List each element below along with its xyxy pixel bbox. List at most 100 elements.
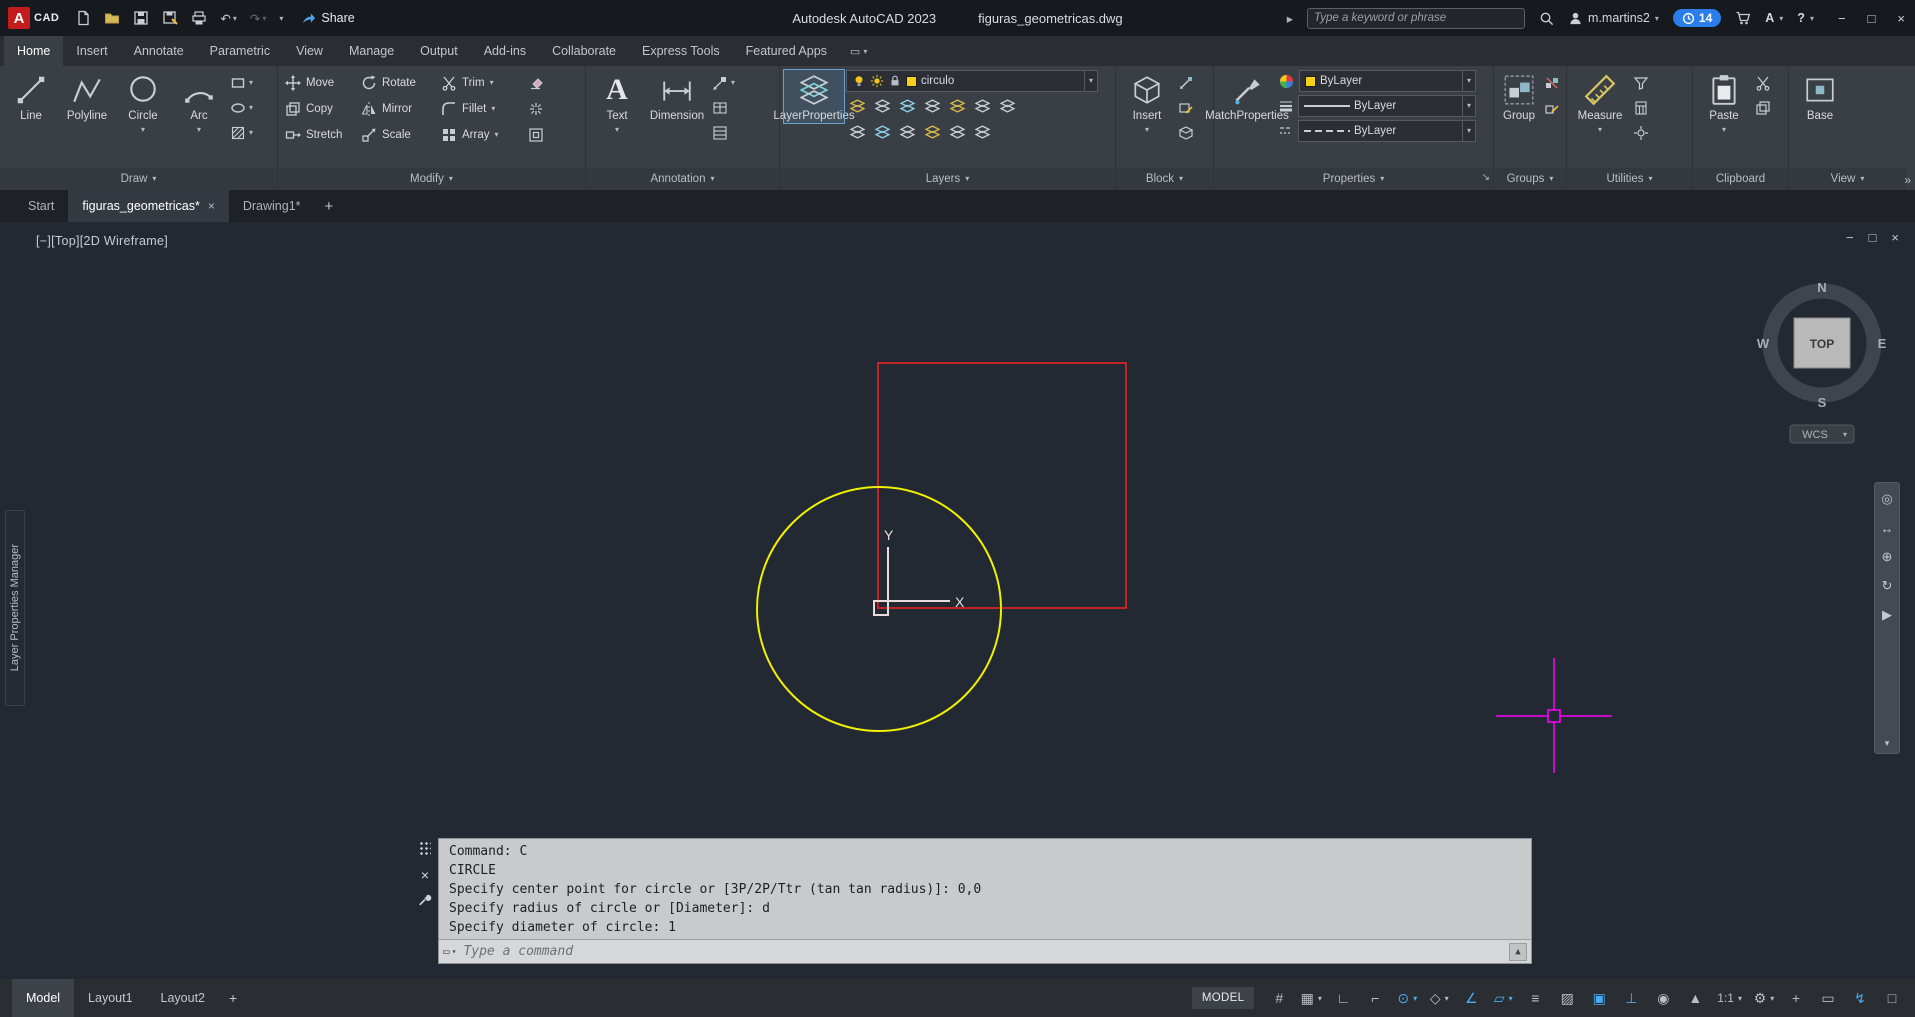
layer-lock-icon[interactable]: [888, 74, 902, 88]
erase-button[interactable]: [526, 71, 554, 96]
layer-properties-button[interactable]: LayerProperties: [784, 70, 844, 123]
explode-button[interactable]: [526, 97, 554, 122]
layer-unlock-icon[interactable]: [846, 121, 869, 144]
rectangle-button[interactable]: ▾: [228, 70, 255, 95]
lineweight-dropdown-icon[interactable]: ▾: [1462, 96, 1475, 116]
layer-isolate-icon[interactable]: [871, 95, 894, 118]
array-button[interactable]: Array ▾: [438, 122, 526, 148]
trim-button[interactable]: Trim ▾: [438, 70, 526, 96]
text-dropdown-icon[interactable]: ▾: [615, 126, 619, 134]
draw-panel-label[interactable]: Draw ▾: [0, 168, 277, 190]
help-button[interactable]: ? ▾: [1797, 11, 1814, 25]
graphics-performance-icon[interactable]: ↯: [1845, 985, 1875, 1011]
clipboard-panel-label[interactable]: Clipboard: [1693, 168, 1788, 190]
ribbon-tab[interactable]: Featured Apps: [733, 36, 840, 66]
layer-unisolate-icon[interactable]: [971, 121, 994, 144]
view-panel-label[interactable]: View ▾: [1789, 168, 1906, 190]
command-input-placeholder[interactable]: Type a command: [463, 944, 573, 959]
quick-calc-button[interactable]: [1631, 95, 1651, 120]
ribbon-tab[interactable]: Express Tools: [629, 36, 733, 66]
annotation-scale-control[interactable]: 1:1: [1712, 985, 1747, 1011]
command-customize-wrench-icon[interactable]: [418, 893, 432, 907]
table-button[interactable]: [710, 95, 737, 120]
linetype-dropdown-icon[interactable]: ▾: [1462, 121, 1475, 141]
layer-thaw-sun-icon[interactable]: [870, 74, 884, 88]
properties-panel-label[interactable]: Properties ▾ ↘: [1214, 168, 1493, 190]
layout2-tab[interactable]: Layout2: [147, 979, 219, 1017]
clean-screen-icon[interactable]: □: [1877, 985, 1907, 1011]
copy-button[interactable]: Copy: [282, 96, 358, 122]
stretch-button[interactable]: Stretch: [282, 122, 358, 148]
new-layout-button[interactable]: +: [219, 979, 247, 1017]
quick-select-button[interactable]: [1631, 70, 1651, 95]
polyline-button[interactable]: Polyline: [60, 70, 114, 123]
ribbon-display-toggle[interactable]: ▭ ▾: [850, 36, 867, 66]
fillet-button[interactable]: Fillet ▾: [438, 96, 526, 122]
copy-clip-button[interactable]: [1753, 95, 1773, 120]
scale-button[interactable]: Scale: [358, 122, 438, 148]
move-button[interactable]: Move: [282, 70, 358, 96]
object-snap-icon[interactable]: ▱: [1488, 985, 1518, 1011]
undo-dropdown-icon[interactable]: ▾: [233, 14, 237, 23]
layer-properties-manager-palette-tab[interactable]: Layer Properties Manager: [5, 510, 25, 706]
layer-color-swatch[interactable]: [906, 76, 917, 87]
autodesk-apps-button[interactable]: A ▾: [1765, 11, 1783, 25]
base-view-button[interactable]: Base: [1793, 70, 1847, 123]
paste-button[interactable]: Paste ▾: [1697, 70, 1751, 134]
redo-dropdown-icon[interactable]: ▾: [262, 14, 266, 23]
new-drawing-tab-button[interactable]: +: [315, 190, 344, 222]
show-motion-icon[interactable]: ▶: [1877, 605, 1897, 625]
ribbon-tab[interactable]: Insert: [63, 36, 120, 66]
linetype-list-icon[interactable]: [1278, 123, 1294, 139]
text-button[interactable]: A Text ▾: [590, 70, 644, 134]
lineweight-display-icon[interactable]: ≡: [1520, 985, 1550, 1011]
new-file-button[interactable]: [75, 10, 91, 26]
command-input-row[interactable]: ▭▾ Type a command ▲: [439, 939, 1531, 963]
rotate-button[interactable]: Rotate: [358, 70, 438, 96]
measure-dropdown-icon[interactable]: ▾: [1598, 126, 1602, 134]
drawing-tab[interactable]: Drawing1*: [229, 190, 315, 222]
ribbon-tab[interactable]: Home: [4, 36, 63, 66]
dimension-style-button[interactable]: [710, 120, 737, 145]
model-space-toggle[interactable]: MODEL: [1192, 987, 1254, 1009]
wcs-menu[interactable]: WCS ▾: [1790, 425, 1854, 443]
offset-button[interactable]: [526, 123, 554, 148]
ortho-mode-icon[interactable]: ⌐: [1360, 985, 1390, 1011]
share-button[interactable]: Share: [301, 11, 354, 26]
transparency-icon[interactable]: ▨: [1552, 985, 1582, 1011]
ribbon-tab[interactable]: Output: [407, 36, 471, 66]
cut-clip-button[interactable]: [1753, 70, 1773, 95]
snap-mode-icon[interactable]: ▦: [1296, 985, 1326, 1011]
leader-button[interactable]: ▾: [710, 70, 737, 95]
layer-delete-icon[interactable]: [946, 121, 969, 144]
start-tab[interactable]: Start: [14, 190, 68, 222]
navigation-wheel-icon[interactable]: ◎: [1877, 489, 1897, 509]
zoom-icon[interactable]: ⊕: [1877, 547, 1897, 567]
command-scroll-up-icon[interactable]: ▲: [1509, 943, 1527, 961]
layer-merge-icon[interactable]: [921, 121, 944, 144]
tab-close-icon[interactable]: ×: [208, 199, 215, 213]
layer-lock-icon[interactable]: [921, 95, 944, 118]
undo-button[interactable]: ↶ ▾: [220, 11, 237, 26]
dimension-button[interactable]: Dimension: [646, 70, 708, 123]
layer-thaw-icon[interactable]: [971, 95, 994, 118]
application-menu-button[interactable]: A CAD: [8, 7, 59, 29]
autoscale-icon[interactable]: ▲: [1680, 985, 1710, 1011]
layers-panel-label[interactable]: Layers ▾: [780, 168, 1115, 190]
layer-freeze-icon[interactable]: [896, 95, 919, 118]
maximize-button[interactable]: □: [1868, 11, 1876, 26]
infer-constraints-icon[interactable]: ∟: [1328, 985, 1358, 1011]
define-attribute-button[interactable]: [1176, 70, 1196, 95]
layout1-tab[interactable]: Layout1: [74, 979, 146, 1017]
lineweight-combo[interactable]: ByLayer ▾: [1298, 95, 1476, 117]
workspace-switching-icon[interactable]: ⚙: [1749, 985, 1779, 1011]
isometric-drafting-icon[interactable]: ◇: [1424, 985, 1454, 1011]
selection-cycling-icon[interactable]: ▣: [1584, 985, 1614, 1011]
drawn-red-square[interactable]: [878, 363, 1126, 608]
layer-combo-dropdown-icon[interactable]: ▾: [1084, 71, 1097, 91]
object-snap-tracking-icon[interactable]: ∠: [1456, 985, 1486, 1011]
save-as-button[interactable]: [162, 10, 178, 26]
array-dropdown-icon[interactable]: ▾: [494, 131, 498, 139]
paste-dropdown-icon[interactable]: ▾: [1722, 126, 1726, 134]
account-button[interactable]: m.martins2 ▾: [1568, 11, 1659, 26]
